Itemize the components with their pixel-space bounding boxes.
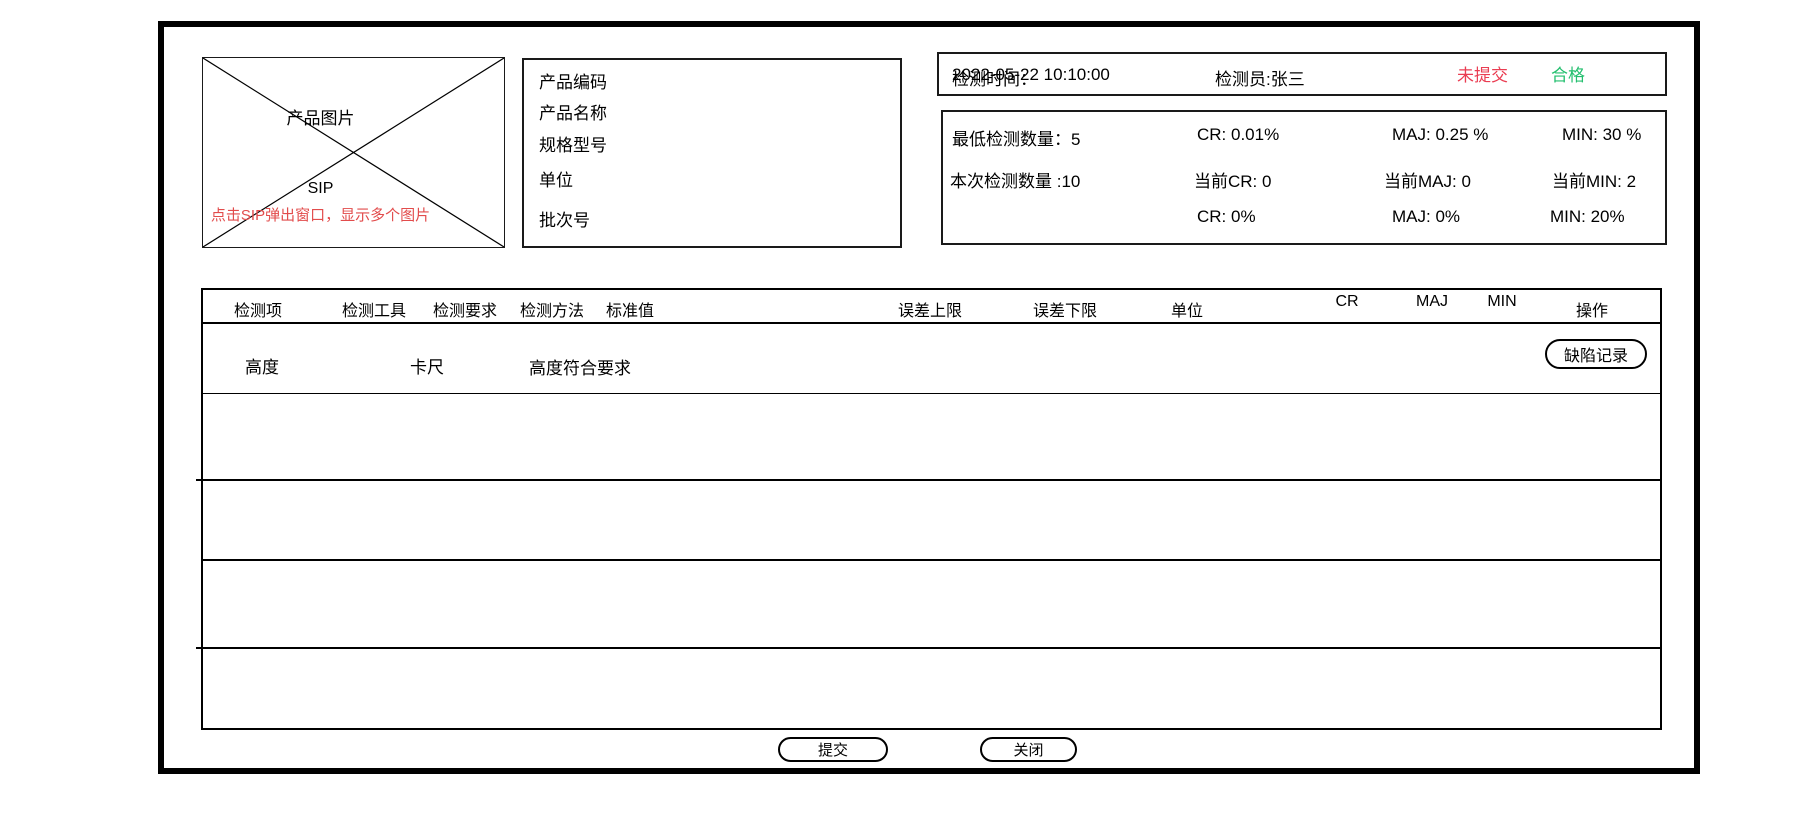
status-qualified-badge: 合格 bbox=[1551, 61, 1585, 86]
close-button[interactable]: 关闭 bbox=[980, 737, 1077, 762]
col-header-standard: 标准值 bbox=[606, 297, 654, 321]
row-divider bbox=[196, 479, 1662, 481]
row-divider bbox=[196, 647, 1662, 649]
col-header-min: MIN bbox=[1487, 293, 1516, 311]
row-divider bbox=[203, 393, 1660, 394]
row-divider bbox=[203, 559, 1660, 561]
cell-item: 高度 bbox=[245, 353, 279, 378]
stat-cr-limit: CR: 0.01% bbox=[1197, 125, 1279, 145]
stat-current-min: 当前MIN: 2 bbox=[1552, 167, 1636, 192]
table-header-row: 检测项 检测工具 检测要求 检测方法 标准值 误差上限 误差下限 单位 CR M… bbox=[203, 290, 1660, 324]
stat-min-qty: 最低检测数量：5 bbox=[952, 125, 1080, 150]
col-header-cr: CR bbox=[1335, 293, 1358, 311]
submit-button[interactable]: 提交 bbox=[778, 737, 888, 762]
inspection-items-table: 检测项 检测工具 检测要求 检测方法 标准值 误差上限 误差下限 单位 CR M… bbox=[201, 288, 1662, 730]
col-header-upper-limit: 误差上限 bbox=[898, 297, 962, 321]
col-header-lower-limit: 误差下限 bbox=[1033, 297, 1097, 321]
sip-link[interactable]: SIP bbox=[170, 180, 471, 198]
field-batch-number: 批次号 bbox=[539, 206, 590, 231]
sip-note: 点击SIP弹出窗口，显示多个图片 bbox=[170, 204, 471, 225]
stat-current-qty: 本次检测数量 :10 bbox=[950, 167, 1080, 192]
stat-maj-limit: MAJ: 0.25 % bbox=[1392, 125, 1488, 145]
stat-current-maj: 当前MAJ: 0 bbox=[1384, 167, 1471, 192]
stat-min-rate: MIN: 20% bbox=[1550, 207, 1625, 227]
stat-current-cr: 当前CR: 0 bbox=[1194, 167, 1271, 192]
col-header-item: 检测项 bbox=[234, 297, 282, 321]
product-image-placeholder[interactable]: 产品图片 SIP 点击SIP弹出窗口，显示多个图片 bbox=[202, 57, 505, 248]
inspection-time-value: 2022-05-22 10:10:00 bbox=[952, 65, 1110, 85]
col-header-method: 检测方法 bbox=[520, 297, 584, 321]
col-header-action: 操作 bbox=[1576, 297, 1608, 321]
inspection-header-bar: 检测时间：2022-05-22 10:10:00 检测员:张三 未提交 合格 bbox=[937, 52, 1667, 96]
cell-requirement: 高度符合要求 bbox=[529, 354, 631, 379]
field-spec-model: 规格型号 bbox=[539, 131, 607, 156]
status-unsubmitted-badge: 未提交 bbox=[1457, 61, 1508, 86]
defect-record-button[interactable]: 缺陷记录 bbox=[1545, 339, 1647, 369]
field-unit: 单位 bbox=[539, 166, 573, 191]
field-product-code: 产品编码 bbox=[539, 68, 607, 93]
col-header-requirement: 检测要求 bbox=[433, 297, 497, 321]
stat-maj-rate: MAJ: 0% bbox=[1392, 207, 1460, 227]
inspector-name: 检测员:张三 bbox=[1215, 65, 1305, 90]
col-header-unit: 单位 bbox=[1171, 297, 1203, 321]
product-image-label: 产品图片 bbox=[170, 104, 471, 129]
product-info-panel: 产品编码 产品名称 规格型号 单位 批次号 bbox=[522, 58, 902, 248]
cell-tool: 卡尺 bbox=[410, 353, 444, 378]
stat-min-limit: MIN: 30 % bbox=[1562, 125, 1641, 145]
col-header-tool: 检测工具 bbox=[342, 297, 406, 321]
field-product-name: 产品名称 bbox=[539, 99, 607, 124]
inspection-stats-panel: 最低检测数量：5 CR: 0.01% MAJ: 0.25 % MIN: 30 %… bbox=[941, 110, 1667, 245]
inspection-dialog: 产品图片 SIP 点击SIP弹出窗口，显示多个图片 产品编码 产品名称 规格型号… bbox=[0, 0, 1819, 833]
col-header-maj: MAJ bbox=[1416, 293, 1448, 311]
stat-cr-rate: CR: 0% bbox=[1197, 207, 1256, 227]
